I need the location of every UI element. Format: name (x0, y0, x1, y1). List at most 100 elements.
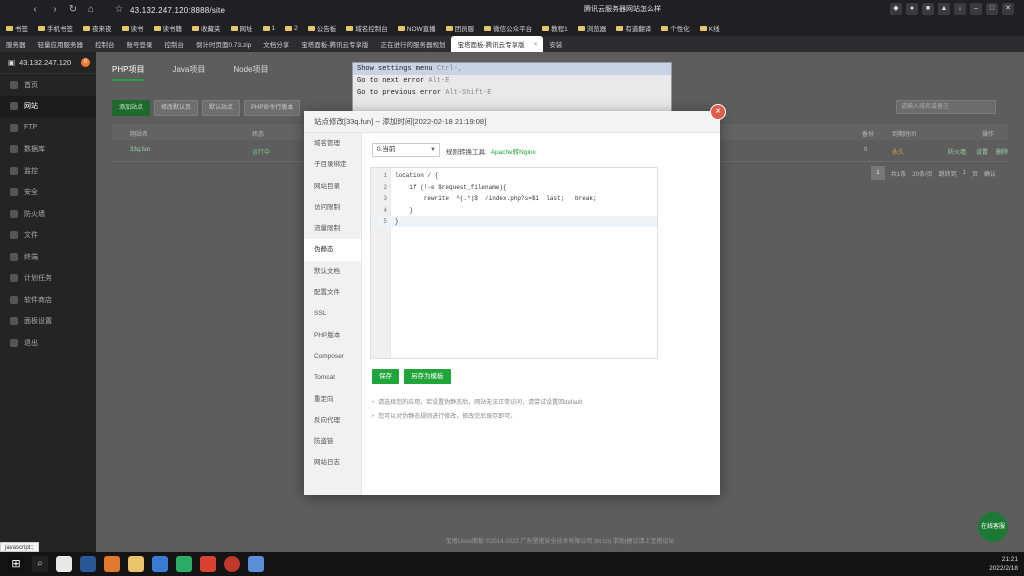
close-tab-icon[interactable]: × (534, 41, 538, 48)
app-icon[interactable] (104, 556, 120, 572)
bookmark-item[interactable]: 有道翻译 (616, 23, 651, 33)
firewall-link[interactable]: 防火墙 (948, 147, 966, 156)
tab-project[interactable]: Node项目 (233, 64, 268, 81)
bookmark-item[interactable]: 1 (262, 25, 275, 32)
modal-side-item[interactable]: 反向代理 (304, 410, 361, 431)
sidebar-item[interactable]: 首页 (0, 74, 96, 96)
browser-tab[interactable]: 倒计时页面0.73.zip (190, 36, 257, 52)
site-backup[interactable]: 0 (864, 147, 867, 153)
bookmark-item[interactable]: 个性化 (661, 23, 690, 33)
online-service-button[interactable]: 在线客服 (978, 512, 1008, 542)
browser-tab[interactable]: 服务器 (0, 36, 32, 52)
modal-side-item[interactable]: 配置文件 (304, 282, 361, 303)
record-icon[interactable] (224, 556, 240, 572)
modal-side-item[interactable]: 流量限制 (304, 218, 361, 239)
toolbar-button[interactable]: 默认站点 (202, 100, 241, 116)
modal-side-item[interactable]: 子目录绑定 (304, 154, 361, 175)
site-name-link[interactable]: 33q.fun (130, 147, 150, 153)
tab-project[interactable]: Java项目 (172, 64, 205, 81)
browser-icon[interactable] (152, 556, 168, 572)
extension-icon[interactable]: ▲ (938, 3, 950, 15)
modal-side-item[interactable]: 域名管理 (304, 133, 361, 154)
col-expire[interactable]: 到期时间 (892, 129, 916, 138)
bookmark-item[interactable]: 网址 (230, 23, 253, 33)
site-status[interactable]: 运行中 (252, 147, 270, 156)
modal-side-item[interactable]: 重定向 (304, 389, 361, 410)
browser-tab[interactable]: 宝塔面板-腾讯云专享版 × (451, 36, 544, 52)
minimize-icon[interactable]: – (970, 3, 982, 15)
modal-side-item[interactable]: 默认文档 (304, 261, 361, 282)
modal-side-item[interactable]: 访问限制 (304, 197, 361, 218)
toolbar-button[interactable]: 添加站点 (112, 100, 151, 116)
rewrite-code-editor[interactable]: 1 location / {2 if (!-e $request_filename… (370, 167, 658, 359)
browser-tab[interactable]: 控制台 (159, 36, 191, 52)
sidebar-item[interactable]: 数据库 (0, 139, 96, 161)
browser-tab[interactable]: 宝塔面板-腾讯云专享版 (295, 36, 374, 52)
bookmark-item[interactable]: 读书籍 (153, 23, 182, 33)
sidebar-item[interactable]: 退出 (0, 332, 96, 354)
shortcut-item[interactable]: Go to next error Alt-E (353, 75, 671, 87)
address-bar[interactable]: ☆ 43.132.247.120:8888/site (112, 2, 225, 18)
notice-badge[interactable]: 0 (81, 58, 90, 67)
bookmark-item[interactable]: 公告板 (307, 23, 336, 33)
close-icon[interactable]: × (710, 104, 726, 120)
sidebar-item[interactable]: FTP (0, 117, 96, 139)
apache-to-nginx-link[interactable]: Apache转Nginx (491, 149, 536, 156)
col-name[interactable]: 网站名 (130, 129, 148, 138)
star-icon[interactable]: ☆ (112, 3, 126, 17)
bookmark-item[interactable]: 团员服 (445, 23, 474, 33)
bookmark-item[interactable]: 读书 (121, 23, 144, 33)
reload-icon[interactable]: ↻ (66, 3, 80, 17)
search-icon[interactable]: ⌕ (32, 556, 48, 572)
browser-tab[interactable]: 文档分享 (257, 36, 295, 52)
browser-tab[interactable]: 安装 (543, 36, 568, 52)
modal-side-item[interactable]: 网站目录 (304, 176, 361, 197)
bookmark-item[interactable]: 域名控制台 (346, 23, 388, 33)
word-icon[interactable] (80, 556, 96, 572)
modal-side-item[interactable]: Tomcat (304, 367, 361, 388)
download-icon[interactable]: ↓ (954, 3, 966, 15)
site-expire[interactable]: 永久 (892, 147, 904, 156)
close-window-icon[interactable]: ✕ (1002, 3, 1014, 15)
per-page-select[interactable]: 20条/页 (912, 169, 932, 178)
clock[interactable]: 21:21 2022/2/18 (989, 555, 1018, 573)
browser-tab[interactable]: 正在进行的服务器规划 (374, 36, 451, 52)
sidebar-item[interactable]: 计划任务 (0, 268, 96, 290)
site-search-input[interactable]: 请输入域名或备注 (896, 100, 996, 114)
folder-icon[interactable] (128, 556, 144, 572)
browser-tab[interactable]: 控制台 (89, 36, 121, 52)
jump-page[interactable]: 1 (963, 170, 966, 176)
modal-side-item[interactable]: 防盗链 (304, 431, 361, 452)
bookmark-item[interactable]: 夜来夜 (83, 23, 112, 33)
forward-icon[interactable]: › (48, 3, 62, 17)
browser-tab[interactable]: 轻量应用服务器 (32, 36, 90, 52)
page-number[interactable]: 1 (870, 166, 885, 180)
sidebar-item[interactable]: 面板设置 (0, 311, 96, 333)
app-icon[interactable] (248, 556, 264, 572)
sidebar-item[interactable]: 监控 (0, 160, 96, 182)
shortcut-item[interactable]: Go to previous error Alt-Shift-E (353, 87, 671, 99)
modal-side-item[interactable]: PHP版本 (304, 325, 361, 346)
sidebar-item[interactable]: 网站 (0, 95, 96, 117)
bookmark-item[interactable]: 浏览器 (577, 23, 606, 33)
modal-side-item[interactable]: 伪静态 (304, 239, 361, 261)
file-icon[interactable] (56, 556, 72, 572)
delete-link[interactable]: 删除 (996, 147, 1008, 156)
sidebar-item[interactable]: 文件 (0, 225, 96, 247)
windows-start-icon[interactable]: ⊞ (8, 556, 24, 572)
back-icon[interactable]: ‹ (28, 3, 42, 17)
sidebar-item[interactable]: 防火墙 (0, 203, 96, 225)
modal-side-item[interactable]: 网站日志 (304, 452, 361, 473)
bookmark-item[interactable]: K线 (699, 23, 720, 33)
save-as-template-button[interactable]: 另存为模板 (404, 369, 451, 384)
bookmark-item[interactable]: 教程1 (542, 23, 568, 33)
bookmark-item[interactable]: 微信公众平台 (484, 23, 532, 33)
toolbar-button[interactable]: 修改默认页 (154, 100, 199, 116)
shortcut-item[interactable]: Show settings menu Ctrl-, (353, 63, 671, 75)
maximize-icon[interactable]: □ (986, 3, 998, 15)
tab-project[interactable]: PHP项目 (112, 64, 145, 81)
settings-link[interactable]: 设置 (976, 147, 988, 156)
bookmark-item[interactable]: 2 (285, 25, 298, 32)
extension-icon[interactable]: ◆ (890, 3, 902, 15)
bookmark-item[interactable]: NOW直播 (397, 23, 436, 33)
